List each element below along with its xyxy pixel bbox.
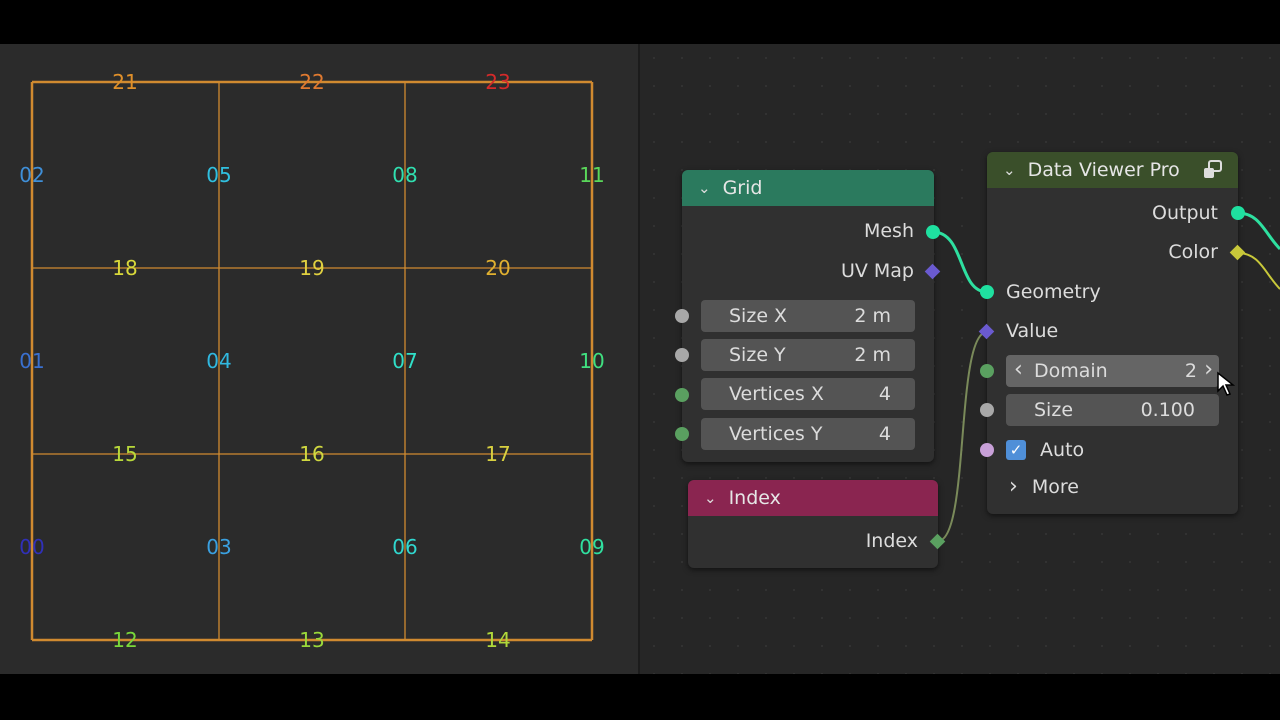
field-value: 2 m [854,305,891,327]
mesh-output-socket[interactable] [926,225,940,239]
vertex-index-label: 14 [485,628,511,652]
node-title: Grid [722,177,763,199]
link-mesh-to-geometry [932,230,988,294]
vertex-index-label: 23 [485,70,511,94]
output-output-label: Output [1152,202,1218,224]
viewer-node-icon[interactable] [1202,160,1224,180]
collapse-chevron-icon[interactable]: ⌄ [704,489,717,507]
domain-selector[interactable]: ‹ Domain 2 › [1006,355,1219,387]
auto-checkbox[interactable]: ✓ [1006,439,1026,460]
field-value: 2 [1184,360,1197,382]
vertices-y-field[interactable]: Vertices Y 4 [701,418,915,450]
field-value: 4 [878,423,891,445]
3d-viewport[interactable]: 21 22 23 02 05 08 11 18 19 20 01 04 07 10 15 16 17 00 03 06… [0,44,638,674]
output-color-label: Color [1168,241,1218,263]
size-field[interactable]: Size 0.100 [1006,394,1219,426]
auto-label: Auto [1040,438,1085,461]
node-editor[interactable]: ⌄ Grid Mesh UV Map Size X 2 m Size Y 2 m… [640,44,1280,674]
grid-node[interactable]: ⌄ Grid Mesh UV Map Size X 2 m Size Y 2 m… [682,170,934,462]
vertex-index-label: 01 [19,349,45,373]
mesh-grid-overlay [30,80,594,642]
collapse-chevron-icon[interactable]: ⌄ [698,179,711,197]
vertex-index-label: 00 [19,535,45,559]
vertex-index-label: 06 [392,535,418,559]
size-x-input-socket[interactable] [675,309,689,323]
vertex-index-label: 09 [579,535,605,559]
vertex-index-label: 08 [392,163,418,187]
field-value: 2 m [854,344,891,366]
vertex-index-label: 05 [206,163,232,187]
vertex-index-label: 13 [299,628,325,652]
link-output-offscreen [1237,211,1280,251]
vertex-index-label: 19 [299,256,325,280]
size-input-socket[interactable] [980,403,994,417]
node-title: Index [728,487,781,509]
field-label: Vertices Y [729,423,823,445]
domain-next-button[interactable]: › [1204,357,1213,382]
vertex-index-label: 21 [112,70,138,94]
auto-input-socket[interactable] [980,443,994,457]
vertex-index-label: 03 [206,535,232,559]
vertex-index-label: 04 [206,349,232,373]
vertex-index-label: 16 [299,442,325,466]
vertex-index-label: 20 [485,256,511,280]
vertex-index-label: 18 [112,256,138,280]
node-title: Data Viewer Pro [1027,159,1180,181]
field-label: Vertices X [729,383,824,405]
data-viewer-pro-node[interactable]: ⌄ Data Viewer Pro Output Color Geometry … [987,152,1238,514]
vertices-y-input-socket[interactable] [675,427,689,441]
field-label: Size [1034,399,1074,421]
grid-node-header[interactable]: ⌄ Grid [682,170,934,206]
output-uvmap-label: UV Map [840,260,914,282]
data-viewer-node-header[interactable]: ⌄ Data Viewer Pro [987,152,1238,188]
vertex-index-label: 07 [392,349,418,373]
field-label: Size X [729,305,788,327]
domain-input-socket[interactable] [980,364,994,378]
vertex-index-label: 17 [485,442,511,466]
index-node[interactable]: ⌄ Index Index [688,480,938,568]
domain-prev-button[interactable]: ‹ [1014,357,1023,382]
collapse-chevron-icon[interactable]: ⌄ [1003,161,1016,179]
field-value: 0.100 [1140,399,1195,421]
field-label: Size Y [729,344,786,366]
field-value: 4 [878,383,891,405]
input-value-label: Value [1006,320,1059,342]
vertex-index-label: 10 [579,349,605,373]
link-index-to-value [937,331,988,542]
output-mesh-label: Mesh [863,220,914,242]
index-node-header[interactable]: ⌄ Index [688,480,938,516]
field-label: Domain [1034,360,1108,382]
link-color-offscreen [1237,252,1280,290]
mesh-edges [30,80,594,642]
vertex-index-label: 12 [112,628,138,652]
output-index-label: Index [865,530,918,552]
input-geometry-label: Geometry [1006,281,1101,303]
vertices-x-input-socket[interactable] [675,388,689,402]
geometry-input-socket[interactable] [980,285,994,299]
mouse-cursor-icon [1217,371,1236,396]
size-y-input-socket[interactable] [675,348,689,362]
more-panel-toggle[interactable]: › More [1009,474,1079,499]
auto-checkbox-row[interactable]: ✓ Auto [1006,438,1084,461]
more-label: More [1031,476,1079,498]
vertex-index-label: 02 [19,163,45,187]
size-y-field[interactable]: Size Y 2 m [701,339,915,371]
vertex-index-label: 15 [112,442,138,466]
vertex-index-label: 11 [579,163,605,187]
vertex-index-label: 22 [299,70,325,94]
output-socket[interactable] [1231,206,1245,220]
vertices-x-field[interactable]: Vertices X 4 [701,378,915,410]
size-x-field[interactable]: Size X 2 m [701,300,915,332]
expand-chevron-icon: › [1009,474,1018,499]
